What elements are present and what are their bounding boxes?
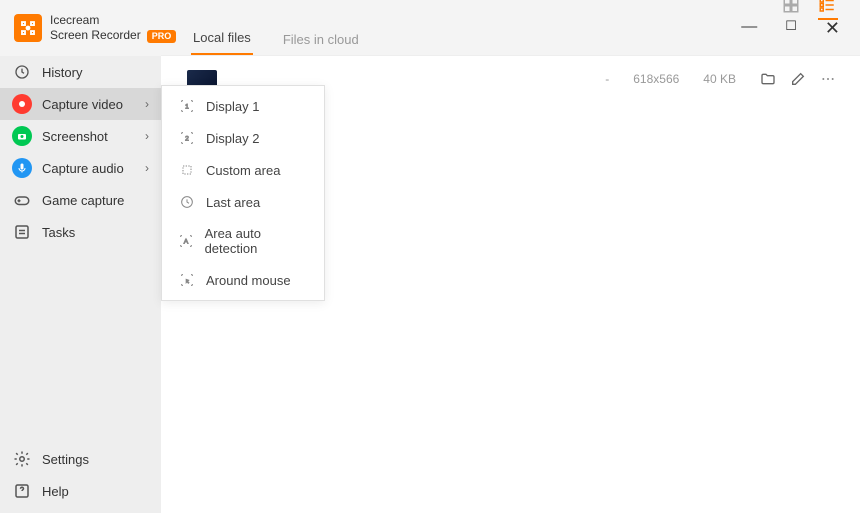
sidebar-item-settings[interactable]: Settings [0,443,161,475]
chevron-right-icon: › [145,129,149,143]
submenu-label: Display 1 [206,99,259,114]
sidebar: History Capture video › Screenshot › Cap… [0,56,161,513]
submenu-display-2[interactable]: 2 Display 2 [162,122,324,154]
svg-text:1: 1 [185,104,189,111]
submenu-around-mouse[interactable]: Around mouse [162,264,324,296]
sidebar-item-game-capture[interactable]: Game capture [0,184,161,216]
sidebar-item-label: Settings [42,452,89,467]
chevron-right-icon: › [145,161,149,175]
sidebar-item-label: Game capture [42,193,124,208]
row-dimensions: 618x566 [633,72,679,86]
display-2-icon: 2 [176,130,198,146]
row-dash: - [605,72,609,86]
tab-files-in-cloud[interactable]: Files in cloud [281,32,361,55]
gamepad-icon [12,190,32,210]
tasks-icon [12,222,32,242]
submenu-display-1[interactable]: 1 Display 1 [162,90,324,122]
app-title: Icecream Screen RecorderPRO [50,13,176,42]
sidebar-item-help[interactable]: Help [0,475,161,507]
grid-view-button[interactable] [782,0,800,14]
sidebar-item-label: History [42,65,82,80]
help-icon [12,481,32,501]
tabs: Local files Files in cloud [161,24,860,56]
submenu-label: Custom area [206,163,280,178]
chevron-right-icon: › [145,97,149,111]
submenu-label: Last area [206,195,260,210]
app-name-line1: Icecream [50,13,176,27]
svg-text:2: 2 [185,136,189,143]
tab-local-files[interactable]: Local files [191,30,253,55]
gear-icon [12,449,32,469]
auto-detect-icon: A [176,233,197,249]
sidebar-item-label: Screenshot [42,129,108,144]
submenu-area-auto-detection[interactable]: A Area auto detection [162,218,324,264]
crop-icon [176,162,198,178]
sidebar-item-screenshot[interactable]: Screenshot › [0,120,161,152]
open-folder-button[interactable] [760,71,776,87]
mic-icon [12,158,32,178]
submenu-last-area[interactable]: Last area [162,186,324,218]
camera-icon [12,126,32,146]
edit-button[interactable] [790,71,806,87]
submenu-label: Around mouse [206,273,291,288]
app-logo [14,14,42,42]
submenu-label: Display 2 [206,131,259,146]
app-name-line2: Screen RecorderPRO [50,28,176,43]
submenu-label: Area auto detection [205,226,310,256]
row-size: 40 KB [703,72,736,86]
sidebar-item-capture-video[interactable]: Capture video › [0,88,161,120]
sidebar-item-capture-audio[interactable]: Capture audio › [0,152,161,184]
list-view-button[interactable] [818,0,836,14]
sidebar-item-label: Help [42,484,69,499]
record-icon [12,94,32,114]
capture-video-submenu: 1 Display 1 2 Display 2 Custom area Last… [161,85,325,301]
sidebar-item-history[interactable]: History [0,56,161,88]
view-toggle [782,0,836,14]
submenu-custom-area[interactable]: Custom area [162,154,324,186]
mouse-area-icon [176,272,198,288]
more-button[interactable] [820,71,836,87]
sidebar-item-label: Capture audio [42,161,124,176]
sidebar-item-label: Capture video [42,97,123,112]
svg-text:A: A [184,239,189,246]
display-1-icon: 1 [176,98,198,114]
sidebar-item-tasks[interactable]: Tasks [0,216,161,248]
sidebar-item-label: Tasks [42,225,75,240]
clock-icon [12,62,32,82]
history-area-icon [176,194,198,210]
